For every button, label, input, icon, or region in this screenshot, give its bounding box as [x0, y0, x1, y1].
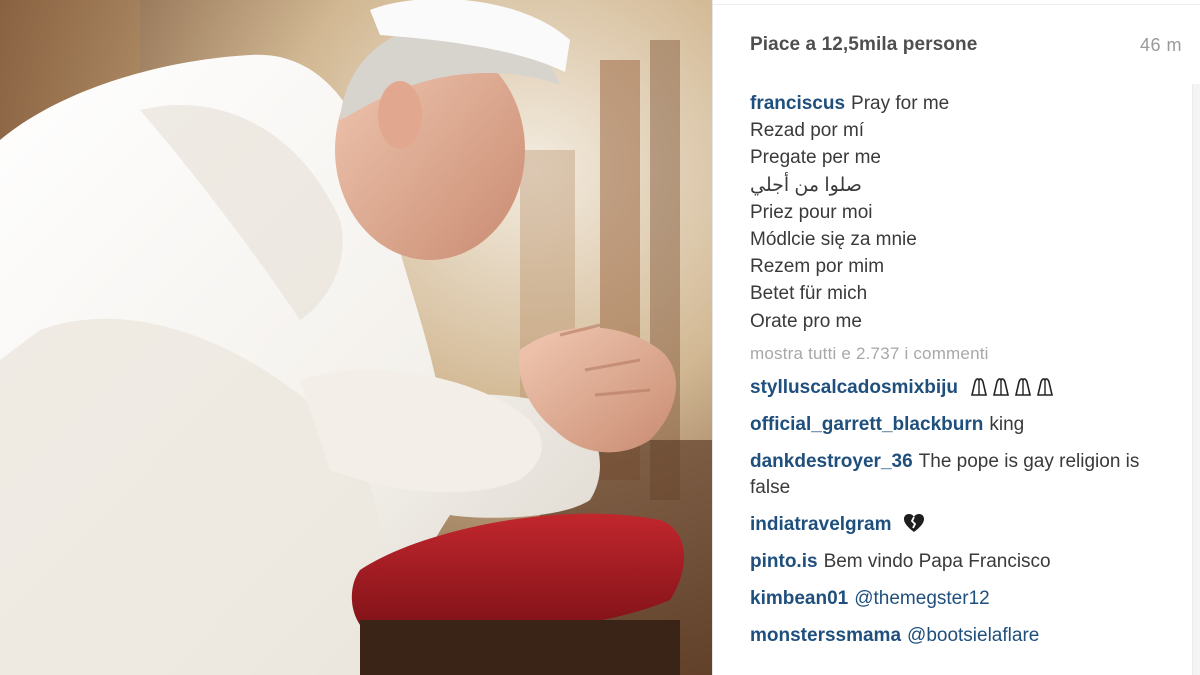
- instagram-post: Piace a 12,5mila persone 46 m franciscus…: [0, 0, 1200, 675]
- comment: indiatravelgram: [750, 512, 1178, 538]
- caption-line: Orate pro me: [750, 310, 862, 332]
- caption-line: Pregate per me: [750, 147, 881, 169]
- comment-text: king: [989, 413, 1025, 435]
- praying-hands-icon: [1037, 378, 1054, 396]
- comment-username[interactable]: kimbean01: [750, 588, 848, 609]
- comment: pinto.is Bem vindo Papa Francisco: [750, 549, 1178, 575]
- post-timestamp[interactable]: 46 m: [1140, 35, 1182, 56]
- comment-username[interactable]: monsterssmama: [750, 625, 901, 646]
- comments-scrollbar[interactable]: [1192, 84, 1200, 675]
- view-all-comments-link[interactable]: mostra tutti e 2.737 i commenti: [750, 344, 1178, 364]
- comment-text: Bem vindo Papa Francisco: [823, 550, 1051, 572]
- comment-username[interactable]: official_garrett_blackburn: [750, 414, 983, 435]
- comment-username[interactable]: pinto.is: [750, 551, 818, 572]
- praying-hands-icon: [969, 376, 1055, 396]
- likes-row: Piace a 12,5mila persone 46 m: [750, 34, 1182, 56]
- caption-username[interactable]: franciscus: [750, 93, 845, 114]
- comment: kimbean01 @themegster12: [750, 586, 1178, 612]
- caption-line: Rezem por mim: [750, 256, 885, 278]
- comment-mention[interactable]: @bootsielaflare: [907, 625, 1039, 646]
- post-details-panel: Piace a 12,5mila persone 46 m franciscus…: [712, 0, 1200, 675]
- comment: dankdestroyer_36 The pope is gay religion…: [750, 449, 1178, 501]
- comment-username[interactable]: indiatravelgram: [750, 514, 892, 535]
- comments-section: franciscus Pray for me Rezad por mí Prega…: [750, 90, 1178, 649]
- caption-line: صلوا من أجلي: [750, 174, 862, 196]
- post-photo[interactable]: [0, 0, 712, 675]
- post-caption: franciscus Pray for me Rezad por mí Prega…: [750, 90, 1178, 335]
- comment-mention[interactable]: @themegster12: [854, 588, 989, 609]
- pope-praying-image: [0, 0, 712, 675]
- comment-username[interactable]: stylluscalcadosmixbiju: [750, 377, 958, 398]
- comment: official_garrett_blackburn king: [750, 412, 1178, 438]
- caption-line: Priez pour moi: [750, 201, 873, 223]
- comment-username[interactable]: dankdestroyer_36: [750, 451, 913, 472]
- praying-hands-icon: [1015, 378, 1032, 396]
- praying-hands-icon: [971, 378, 988, 396]
- caption-line: Rezad por mí: [750, 120, 865, 142]
- caption-line: Betet für mich: [750, 283, 868, 305]
- praying-hands-icon: [993, 378, 1010, 396]
- caption-line: Módlcie się za mnie: [750, 229, 917, 251]
- divider: [713, 4, 1200, 5]
- comment: monsterssmama @bootsielaflare: [750, 623, 1178, 649]
- caption-line: Pray for me: [851, 93, 950, 114]
- broken-heart-icon: [903, 513, 924, 532]
- comment: stylluscalcadosmixbiju: [750, 375, 1178, 401]
- likes-count[interactable]: Piace a 12,5mila persone: [750, 34, 977, 56]
